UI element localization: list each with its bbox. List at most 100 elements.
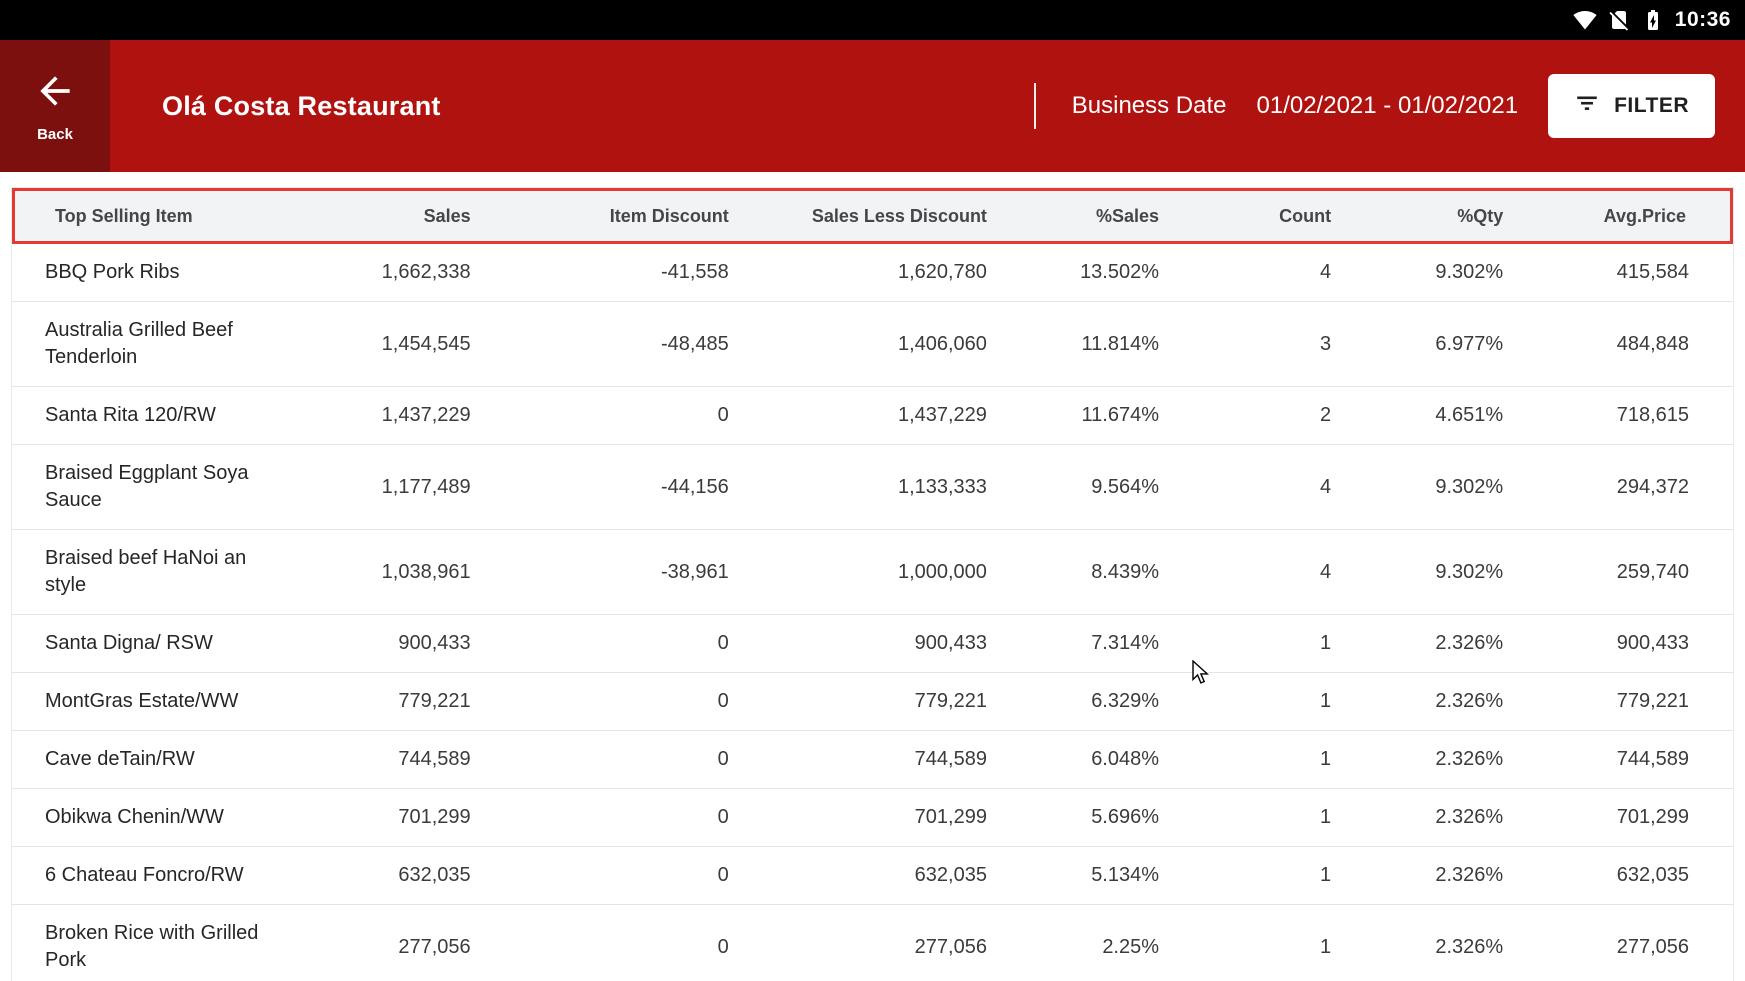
cell-pct-qty: 6.977% <box>1337 302 1509 387</box>
column-header-sales-less-discount[interactable]: Sales Less Discount <box>735 188 993 244</box>
cell-pct-sales: 5.696% <box>993 789 1165 847</box>
cell-item: Santa Rita 120/RW <box>12 387 287 445</box>
cell-avg-price: 718,615 <box>1509 387 1733 445</box>
table-row: Cave deTain/RW 744,589 0 744,589 6.048% … <box>12 731 1733 789</box>
column-header-count[interactable]: Count <box>1165 188 1337 244</box>
table-row: Broken Rice with Grilled Pork 277,056 0 … <box>12 905 1733 981</box>
cell-pct-qty: 2.326% <box>1337 615 1509 673</box>
cell-avg-price: 632,035 <box>1509 847 1733 905</box>
cell-count: 1 <box>1165 673 1337 731</box>
cell-item: Broken Rice with Grilled Pork <box>12 905 287 981</box>
table-row: Australia Grilled Beef Tenderloin 1,454,… <box>12 302 1733 387</box>
cell-item: 6 Chateau Foncro/RW <box>12 847 287 905</box>
cell-avg-price: 415,584 <box>1509 244 1733 302</box>
table-body: BBQ Pork Ribs 1,662,338 -41,558 1,620,78… <box>12 244 1733 981</box>
cell-sales: 779,221 <box>287 673 476 731</box>
cell-count: 3 <box>1165 302 1337 387</box>
cell-pct-qty: 2.326% <box>1337 905 1509 981</box>
cell-pct-sales: 11.674% <box>993 387 1165 445</box>
cell-item: BBQ Pork Ribs <box>12 244 287 302</box>
page-title: Olá Costa Restaurant <box>162 91 441 122</box>
cell-sales: 1,437,229 <box>287 387 476 445</box>
cell-sales: 1,454,545 <box>287 302 476 387</box>
column-header-item-discount[interactable]: Item Discount <box>477 188 735 244</box>
status-time: 10:36 <box>1675 8 1731 32</box>
cell-item-discount: -38,961 <box>477 530 735 615</box>
cell-sales: 701,299 <box>287 789 476 847</box>
cell-item-discount: 0 <box>477 673 735 731</box>
back-button[interactable]: Back <box>0 40 110 172</box>
cell-item-discount: -41,558 <box>477 244 735 302</box>
business-date[interactable]: Business Date 01/02/2021 - 01/02/2021 <box>1072 92 1518 120</box>
table-header-row: Top Selling Item Sales Item Discount Sal… <box>12 188 1733 244</box>
cell-sales-less-discount: 701,299 <box>735 789 993 847</box>
table-row: Santa Digna/ RSW 900,433 0 900,433 7.314… <box>12 615 1733 673</box>
table-row: Braised beef HaNoi an style 1,038,961 -3… <box>12 530 1733 615</box>
cell-sales: 277,056 <box>287 905 476 981</box>
table-row: MontGras Estate/WW 779,221 0 779,221 6.3… <box>12 673 1733 731</box>
cell-item-discount: 0 <box>477 789 735 847</box>
table-row: Braised Eggplant Soya Sauce 1,177,489 -4… <box>12 445 1733 530</box>
cell-pct-sales: 9.564% <box>993 445 1165 530</box>
cell-count: 1 <box>1165 615 1337 673</box>
cell-item-discount: -44,156 <box>477 445 735 530</box>
business-date-value: 01/02/2021 - 01/02/2021 <box>1257 92 1519 120</box>
cell-avg-price: 744,589 <box>1509 731 1733 789</box>
cell-pct-qty: 2.326% <box>1337 789 1509 847</box>
cell-sales-less-discount: 1,133,333 <box>735 445 993 530</box>
cell-item: Santa Digna/ RSW <box>12 615 287 673</box>
cell-pct-qty: 9.302% <box>1337 445 1509 530</box>
cell-sales: 744,589 <box>287 731 476 789</box>
column-header-top-selling-item[interactable]: Top Selling Item <box>12 188 287 244</box>
cell-count: 4 <box>1165 244 1337 302</box>
cell-count: 1 <box>1165 847 1337 905</box>
cell-sales-less-discount: 1,406,060 <box>735 302 993 387</box>
back-label: Back <box>37 126 73 143</box>
cell-sales: 1,177,489 <box>287 445 476 530</box>
cell-pct-sales: 13.502% <box>993 244 1165 302</box>
app-header: Back Olá Costa Restaurant Business Date … <box>0 40 1745 172</box>
cell-sales-less-discount: 779,221 <box>735 673 993 731</box>
report-scroll-area[interactable]: Top Selling Item Sales Item Discount Sal… <box>0 172 1745 981</box>
header-divider <box>1034 83 1036 129</box>
business-date-label: Business Date <box>1072 92 1227 120</box>
cell-pct-qty: 2.326% <box>1337 731 1509 789</box>
cell-count: 1 <box>1165 789 1337 847</box>
cell-avg-price: 900,433 <box>1509 615 1733 673</box>
cell-count: 2 <box>1165 387 1337 445</box>
cell-sales-less-discount: 1,620,780 <box>735 244 993 302</box>
cell-item-discount: 0 <box>477 905 735 981</box>
cell-sales: 632,035 <box>287 847 476 905</box>
cell-count: 1 <box>1165 905 1337 981</box>
cell-sales-less-discount: 900,433 <box>735 615 993 673</box>
cell-pct-sales: 2.25% <box>993 905 1165 981</box>
cell-sales-less-discount: 632,035 <box>735 847 993 905</box>
column-header-pct-sales[interactable]: %Sales <box>993 188 1165 244</box>
cell-sales-less-discount: 1,000,000 <box>735 530 993 615</box>
cell-sales: 900,433 <box>287 615 476 673</box>
top-selling-items-table: Top Selling Item Sales Item Discount Sal… <box>12 188 1733 981</box>
cell-avg-price: 277,056 <box>1509 905 1733 981</box>
cell-sales-less-discount: 1,437,229 <box>735 387 993 445</box>
column-header-sales[interactable]: Sales <box>287 188 476 244</box>
filter-button[interactable]: FILTER <box>1548 74 1715 138</box>
table-row: Santa Rita 120/RW 1,437,229 0 1,437,229 … <box>12 387 1733 445</box>
cell-avg-price: 701,299 <box>1509 789 1733 847</box>
cell-sales-less-discount: 277,056 <box>735 905 993 981</box>
wifi-icon <box>1573 8 1597 32</box>
cell-pct-sales: 6.329% <box>993 673 1165 731</box>
cell-avg-price: 259,740 <box>1509 530 1733 615</box>
cell-pct-qty: 9.302% <box>1337 244 1509 302</box>
cell-item: Braised beef HaNoi an style <box>12 530 287 615</box>
cell-pct-sales: 11.814% <box>993 302 1165 387</box>
cell-pct-sales: 7.314% <box>993 615 1165 673</box>
cell-avg-price: 779,221 <box>1509 673 1733 731</box>
column-header-pct-qty[interactable]: %Qty <box>1337 188 1509 244</box>
cell-item-discount: 0 <box>477 615 735 673</box>
column-header-avg-price[interactable]: Avg.Price <box>1509 188 1733 244</box>
cell-pct-qty: 9.302% <box>1337 530 1509 615</box>
cell-pct-sales: 6.048% <box>993 731 1165 789</box>
cell-item-discount: 0 <box>477 731 735 789</box>
cell-pct-qty: 2.326% <box>1337 847 1509 905</box>
top-selling-items-table-wrap: Top Selling Item Sales Item Discount Sal… <box>11 187 1734 981</box>
